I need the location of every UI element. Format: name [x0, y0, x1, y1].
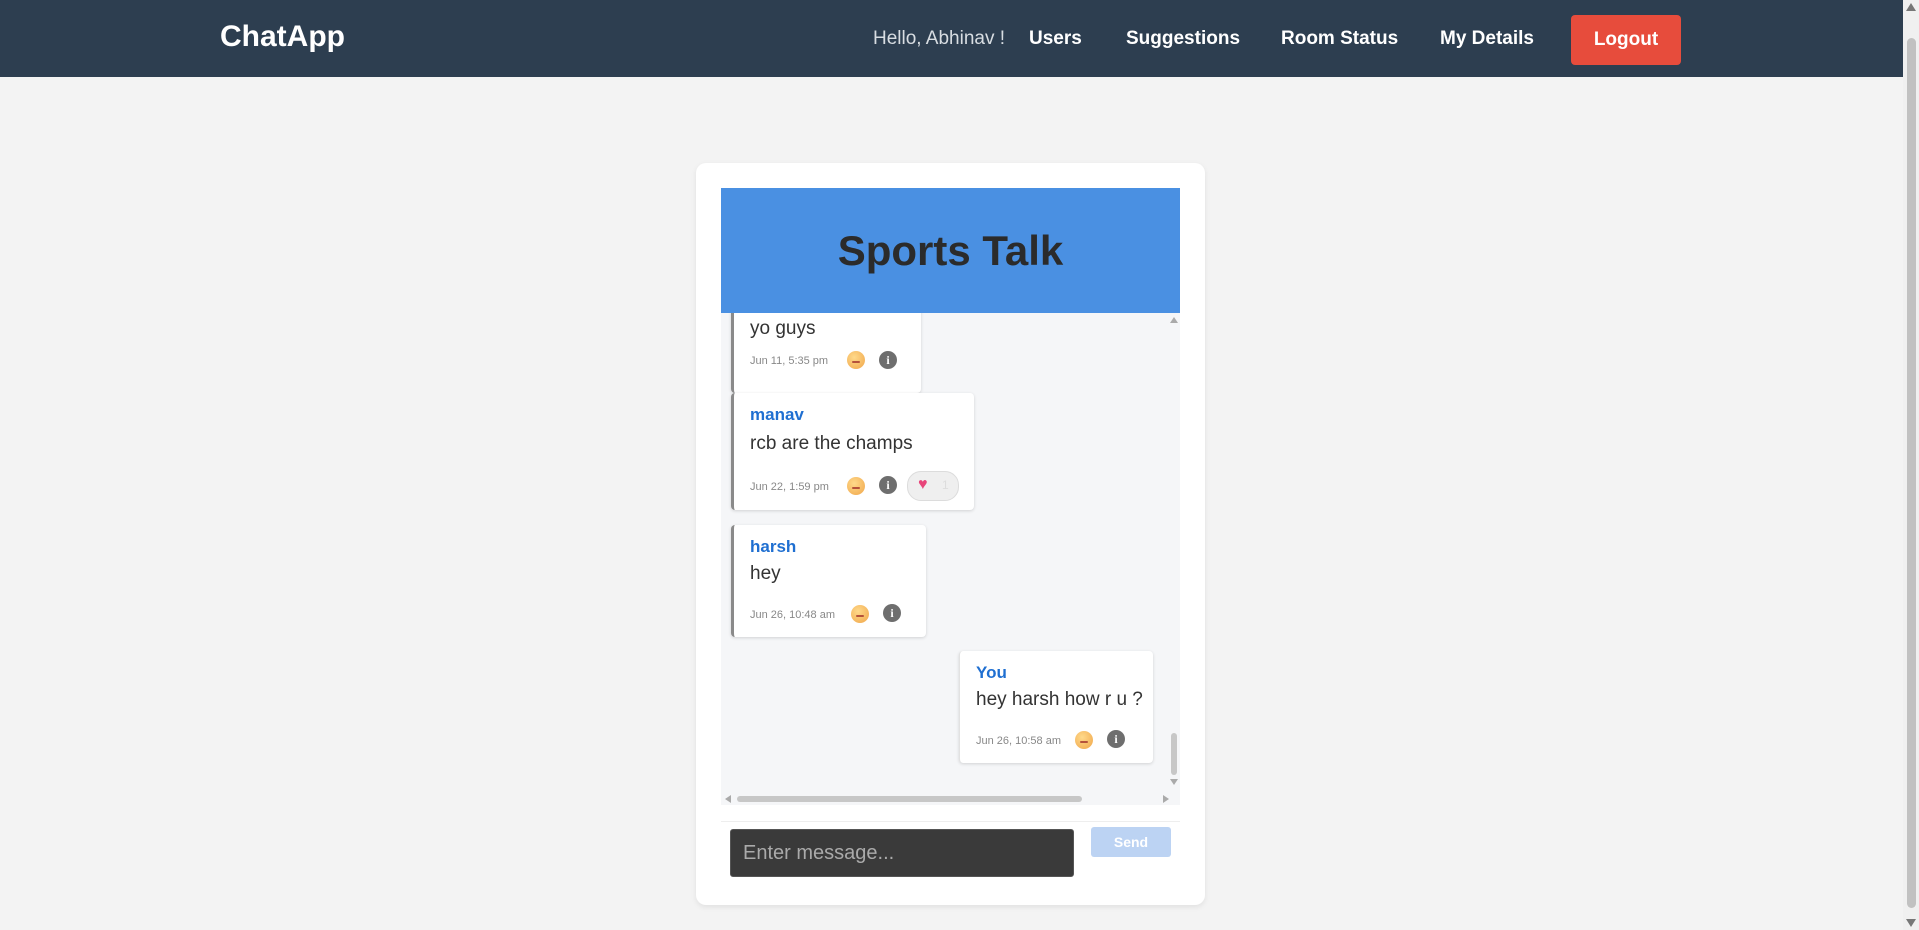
message-list[interactable]: yo guys Jun 11, 5:35 pm i manav rcb are …	[721, 313, 1180, 805]
app-brand[interactable]: ChatApp	[220, 20, 345, 54]
reaction-count: 1	[942, 478, 949, 492]
message-text: hey harsh how r u ?	[976, 689, 1143, 710]
message-item: harsh hey Jun 26, 10:48 am i	[731, 525, 926, 637]
scroll-left-arrow-icon[interactable]	[725, 795, 731, 803]
message-input[interactable]	[730, 829, 1074, 877]
top-navbar: ChatApp Hello, Abhinav ! Users Suggestio…	[0, 0, 1903, 77]
nav-suggestions[interactable]: Suggestions	[1126, 28, 1240, 50]
reaction-badge[interactable]: ♥ 1	[907, 471, 959, 501]
heart-icon: ♥	[918, 476, 928, 493]
scroll-up-arrow-icon[interactable]	[1906, 3, 1916, 11]
horizontal-scrollbar-thumb[interactable]	[737, 796, 1082, 802]
logout-button[interactable]: Logout	[1571, 15, 1681, 65]
message-time: Jun 26, 10:58 am	[976, 735, 1062, 747]
user-greeting: Hello, Abhinav !	[873, 28, 1006, 49]
page-scrollbar[interactable]	[1903, 0, 1919, 930]
own-message-item: You hey harsh how r u ? Jun 26, 10:58 am…	[959, 651, 1153, 763]
message-sender: You	[976, 663, 1007, 682]
message-time: Jun 26, 10:48 am	[750, 609, 836, 621]
scroll-down-arrow-icon[interactable]	[1170, 779, 1178, 785]
scroll-up-arrow-icon[interactable]	[1170, 317, 1178, 323]
vertical-scrollbar-thumb[interactable]	[1171, 733, 1177, 775]
send-button[interactable]: Send	[1091, 827, 1171, 857]
message-sender: manav	[750, 405, 804, 424]
add-reaction-emoji-icon[interactable]	[847, 351, 865, 369]
nav-my-details[interactable]: My Details	[1440, 28, 1534, 50]
page-scrollbar-thumb[interactable]	[1907, 38, 1916, 908]
message-item: yo guys Jun 11, 5:35 pm i	[731, 313, 921, 393]
message-list-horizontal-scrollbar[interactable]	[721, 793, 1180, 805]
nav-users[interactable]: Users	[1029, 28, 1082, 50]
scroll-right-arrow-icon[interactable]	[1163, 795, 1169, 803]
message-text: rcb are the champs	[750, 433, 913, 454]
info-icon[interactable]: i	[879, 476, 897, 494]
scroll-down-arrow-icon[interactable]	[1906, 919, 1916, 927]
add-reaction-emoji-icon[interactable]	[851, 605, 869, 623]
add-reaction-emoji-icon[interactable]	[847, 477, 865, 495]
message-time: Jun 11, 5:35 pm	[750, 355, 829, 367]
room-title: Sports Talk	[721, 188, 1180, 313]
message-text: hey	[750, 563, 781, 584]
message-list-vertical-scrollbar[interactable]	[1168, 313, 1180, 793]
message-text: yo guys	[750, 318, 816, 339]
info-icon[interactable]: i	[883, 604, 901, 622]
add-reaction-emoji-icon[interactable]	[1075, 731, 1093, 749]
message-item: manav rcb are the champs Jun 22, 1:59 pm…	[731, 393, 974, 510]
chat-room-card: Sports Talk yo guys Jun 11, 5:35 pm i ma…	[696, 163, 1205, 905]
nav-room-status[interactable]: Room Status	[1281, 28, 1398, 50]
info-icon[interactable]: i	[879, 351, 897, 369]
composer-divider	[721, 821, 1180, 822]
info-icon[interactable]: i	[1107, 730, 1125, 748]
message-time: Jun 22, 1:59 pm	[750, 481, 829, 493]
message-sender: harsh	[750, 537, 797, 556]
